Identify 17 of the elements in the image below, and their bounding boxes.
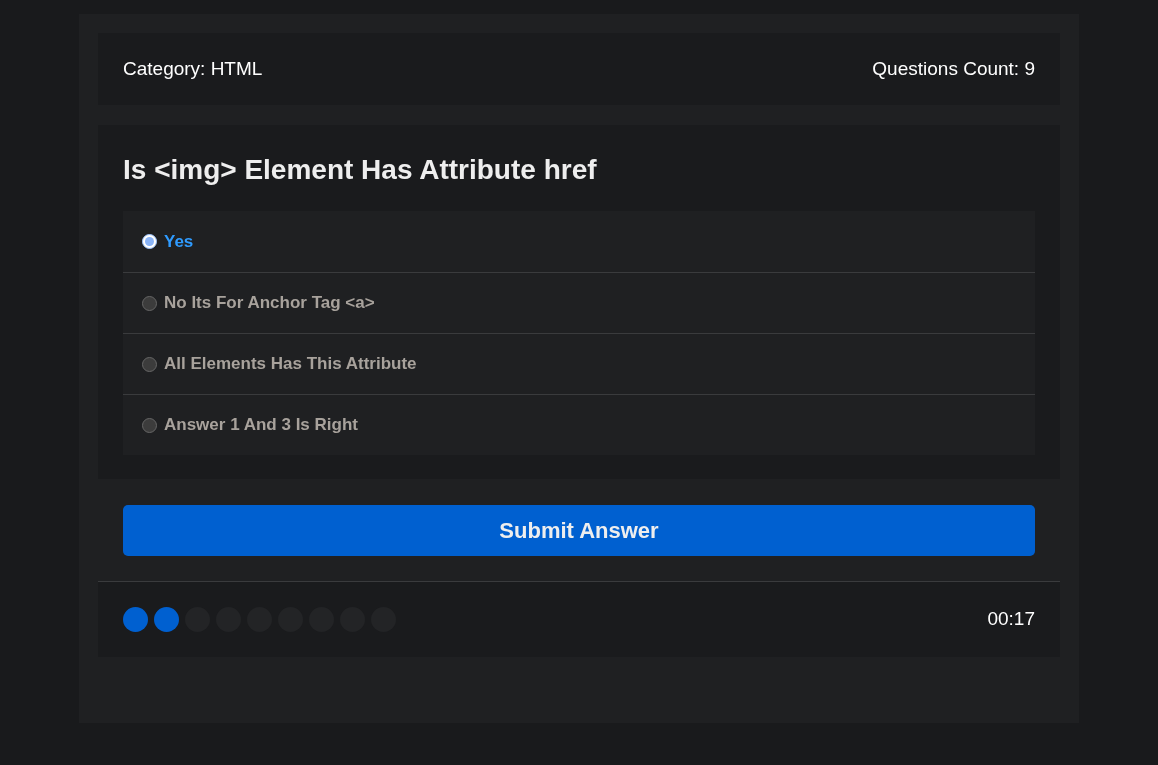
answer-option[interactable]: No Its For Anchor Tag <a> xyxy=(123,272,1035,333)
question-title: Is <img> Element Has Attribute href xyxy=(123,153,598,187)
submit-button[interactable]: Submit Answer xyxy=(123,505,1035,556)
answer-option[interactable]: All Elements Has This Attribute xyxy=(123,333,1035,394)
answer-label: No Its For Anchor Tag <a> xyxy=(164,292,375,315)
radio-button[interactable] xyxy=(142,356,157,372)
category-label: Category: HTML xyxy=(123,56,263,81)
answer-label: All Elements Has This Attribute xyxy=(164,353,417,376)
answer-option[interactable]: Yes xyxy=(123,211,1035,272)
radio-button[interactable] xyxy=(142,295,157,311)
questions-count: Questions Count: 9 xyxy=(872,56,1035,81)
radio-button[interactable] xyxy=(142,417,157,433)
radio-button[interactable] xyxy=(142,234,157,249)
answer-option[interactable]: Answer 1 And 3 Is Right xyxy=(123,394,1035,455)
answer-label: Yes xyxy=(164,230,194,253)
timer: 00:17 xyxy=(987,607,1035,632)
answer-label: Answer 1 And 3 Is Right xyxy=(164,414,358,437)
